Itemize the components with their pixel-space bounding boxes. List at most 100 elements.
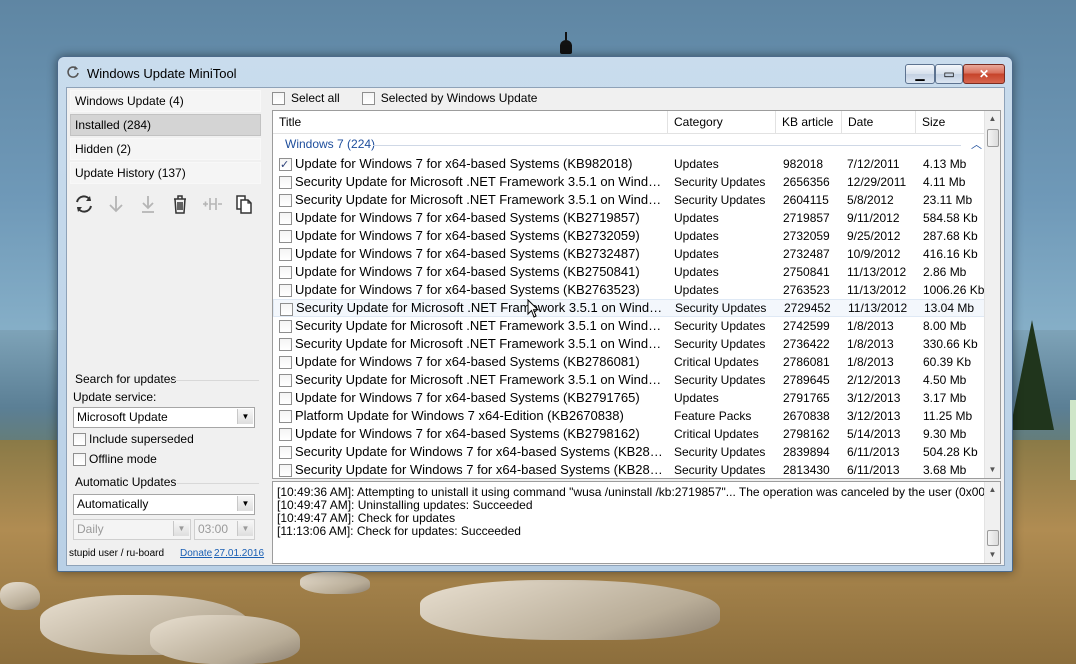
table-row[interactable]: Security Update for Microsoft .NET Frame… — [273, 191, 986, 209]
close-button[interactable]: ✕ — [963, 64, 1005, 84]
table-row[interactable]: Security Update for Microsoft .NET Frame… — [273, 371, 986, 389]
row-checkbox[interactable] — [279, 176, 292, 189]
row-checkbox[interactable] — [279, 284, 292, 297]
table-row[interactable]: Update for Windows 7 for x64-based Syste… — [273, 263, 986, 281]
row-size: 13.04 Mb — [924, 301, 975, 315]
select-all-label[interactable]: Select all — [291, 91, 340, 105]
row-checkbox[interactable] — [279, 248, 292, 261]
hide-button[interactable] — [200, 192, 224, 216]
table-row[interactable]: Update for Windows 7 for x64-based Syste… — [273, 155, 986, 174]
table-row[interactable]: Update for Windows 7 for x64-based Syste… — [273, 389, 986, 407]
table-row[interactable]: Update for Windows 7 for x64-based Syste… — [273, 209, 986, 227]
row-category: Security Updates — [674, 445, 766, 459]
table-row[interactable]: Security Update for Windows 7 for x64-ba… — [273, 461, 986, 478]
donate-link[interactable]: Donate — [180, 548, 212, 559]
automatic-mode-select[interactable]: Automatically ▼ — [73, 494, 255, 515]
row-checkbox[interactable] — [279, 266, 292, 279]
list-scrollbar[interactable]: ▲ ▼ — [984, 111, 1000, 478]
minimize-button[interactable]: ▁ — [905, 64, 935, 84]
table-row[interactable]: Update for Windows 7 for x64-based Syste… — [273, 281, 986, 299]
row-size: 4.11 Mb — [923, 175, 966, 189]
row-checkbox[interactable] — [279, 428, 292, 441]
row-kb-article: 2791765 — [783, 391, 830, 405]
row-checkbox[interactable] — [279, 464, 292, 477]
frequency-select[interactable]: Daily ▼ — [73, 519, 191, 540]
table-row[interactable]: Security Update for Microsoft .NET Frame… — [273, 173, 986, 191]
table-row[interactable]: Update for Windows 7 for x64-based Syste… — [273, 227, 986, 245]
row-checkbox[interactable] — [279, 446, 292, 459]
updates-list: Title Category KB article Date Size Wind… — [272, 110, 1001, 479]
row-title: Security Update for Microsoft .NET Frame… — [296, 300, 668, 315]
row-title: Update for Windows 7 for x64-based Syste… — [295, 228, 640, 243]
row-checkbox[interactable] — [279, 392, 292, 405]
row-kb-article: 2839894 — [783, 445, 830, 459]
download-button[interactable] — [104, 192, 128, 216]
offline-mode-box[interactable] — [73, 452, 86, 466]
delete-button[interactable] — [168, 192, 192, 216]
group-header[interactable]: Windows 7 (224) ︿ — [273, 135, 986, 153]
row-checkbox[interactable] — [279, 374, 292, 387]
column-category[interactable]: Category — [668, 111, 776, 133]
row-size: 2.86 Mb — [923, 265, 967, 279]
column-title[interactable]: Title — [273, 111, 668, 133]
scroll-up-icon[interactable]: ▲ — [985, 111, 1000, 127]
table-row[interactable]: Update for Windows 7 for x64-based Syste… — [273, 245, 986, 263]
scroll-up-icon[interactable]: ▲ — [985, 482, 1000, 498]
column-date[interactable]: Date — [842, 111, 916, 133]
row-category: Security Updates — [674, 175, 766, 189]
row-checkbox[interactable] — [279, 410, 292, 423]
scroll-thumb[interactable] — [987, 129, 999, 147]
selected-by-wu-box[interactable] — [361, 91, 375, 105]
table-row[interactable]: Platform Update for Windows 7 x64-Editio… — [273, 407, 986, 425]
desktop-rock — [300, 572, 370, 594]
column-kb-article[interactable]: KB article — [776, 111, 842, 133]
nav-windows-update[interactable]: Windows Update (4) — [70, 90, 261, 112]
row-size: 4.50 Mb — [923, 373, 967, 387]
selected-by-wu-label[interactable]: Selected by Windows Update — [381, 91, 538, 105]
offline-mode-checkbox[interactable]: Offline mode — [73, 451, 157, 467]
maximize-button[interactable]: ▭ — [935, 64, 963, 84]
column-size[interactable]: Size — [916, 111, 986, 133]
row-title: Update for Windows 7 for x64-based Syste… — [295, 390, 640, 405]
nav-hidden[interactable]: Hidden (2) — [70, 138, 261, 160]
row-checkbox[interactable] — [279, 356, 292, 369]
scroll-down-icon[interactable]: ▼ — [985, 462, 1000, 478]
include-superseded-box[interactable] — [73, 432, 86, 446]
refresh-button[interactable] — [72, 192, 96, 216]
row-checkbox[interactable] — [279, 320, 292, 333]
update-service-select[interactable]: Microsoft Update ▼ — [73, 407, 255, 428]
install-button[interactable] — [136, 192, 160, 216]
include-superseded-label: Include superseded — [89, 432, 194, 446]
table-row[interactable]: Security Update for Microsoft .NET Frame… — [273, 299, 986, 317]
row-size: 60.39 Kb — [923, 355, 972, 369]
title-bar[interactable]: Windows Update MiniTool ▁ ▭ ✕ — [58, 57, 1012, 87]
log-line: [10:49:47 AM]: Uninstalling updates: Suc… — [277, 498, 533, 512]
select-all-box[interactable] — [272, 91, 285, 105]
row-checkbox[interactable] — [279, 338, 292, 351]
nav-update-history[interactable]: Update History (137) — [70, 162, 261, 184]
nav-installed[interactable]: Installed (284) — [70, 114, 261, 136]
table-row[interactable]: Security Update for Windows 7 for x64-ba… — [273, 443, 986, 461]
scroll-down-icon[interactable]: ▼ — [985, 547, 1000, 563]
app-refresh-icon — [67, 66, 79, 78]
scroll-thumb[interactable] — [987, 530, 999, 546]
table-row[interactable]: Security Update for Microsoft .NET Frame… — [273, 335, 986, 353]
row-checkbox[interactable] — [279, 212, 292, 225]
collapse-chevron-icon[interactable]: ︿ — [971, 136, 982, 152]
table-row[interactable]: Update for Windows 7 for x64-based Syste… — [273, 353, 986, 371]
table-row[interactable]: Update for Windows 7 for x64-based Syste… — [273, 425, 986, 443]
log-scrollbar[interactable]: ▲ ▼ — [984, 482, 1000, 563]
row-checkbox[interactable] — [279, 156, 292, 174]
row-checkbox[interactable] — [280, 303, 293, 316]
row-date: 5/8/2012 — [847, 193, 894, 207]
version-date-link[interactable]: 27.01.2016 — [214, 548, 264, 559]
row-kb-article: 2719857 — [783, 211, 830, 225]
row-checkbox[interactable] — [279, 230, 292, 243]
row-checkbox[interactable] — [279, 194, 292, 207]
row-date: 1/8/2013 — [847, 319, 894, 333]
include-superseded-checkbox[interactable]: Include superseded — [73, 431, 194, 447]
time-select[interactable]: 03:00 ▼ — [194, 519, 255, 540]
table-row[interactable]: Security Update for Microsoft .NET Frame… — [273, 317, 986, 335]
row-kb-article: 2763523 — [783, 283, 830, 297]
copy-button[interactable] — [232, 192, 256, 216]
